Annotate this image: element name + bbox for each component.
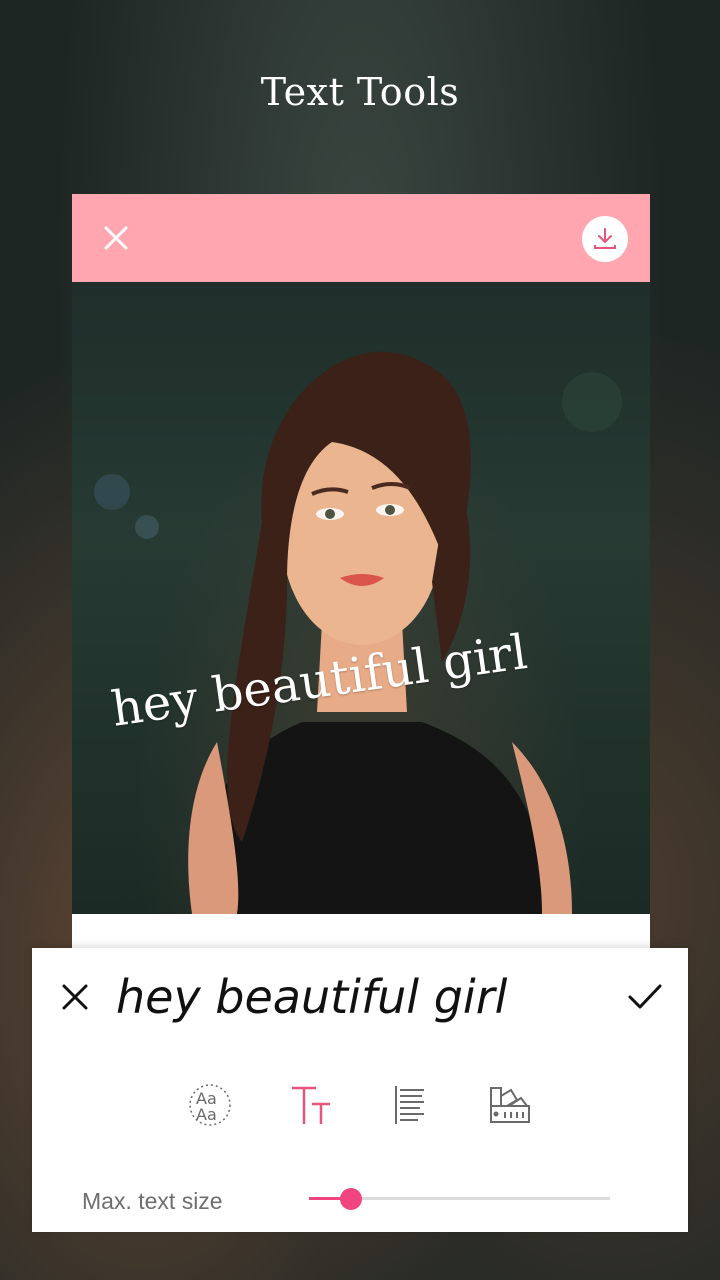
svg-text:Aa: Aa bbox=[196, 1105, 217, 1124]
cancel-text-button[interactable] bbox=[60, 982, 90, 1012]
text-align-tool[interactable] bbox=[386, 1082, 432, 1128]
text-align-icon bbox=[395, 1086, 424, 1124]
max-text-size-label: Max. text size bbox=[82, 1188, 223, 1214]
confirm-text-button[interactable] bbox=[626, 982, 664, 1012]
close-icon bbox=[62, 984, 88, 1010]
preview-card: hey beautiful girl bbox=[72, 194, 650, 954]
font-style-icon: Aa Aa bbox=[189, 1084, 231, 1126]
text-edit-panel: Aa Aa Max. text size bbox=[32, 948, 688, 1232]
text-size-icon bbox=[292, 1086, 330, 1124]
max-text-size-slider[interactable] bbox=[309, 1184, 610, 1214]
text-size-tool[interactable] bbox=[288, 1082, 334, 1128]
download-button[interactable] bbox=[582, 216, 628, 262]
color-palette-tool[interactable] bbox=[487, 1082, 533, 1128]
card-header bbox=[72, 194, 650, 282]
page-title: Text Tools bbox=[260, 70, 460, 114]
close-button[interactable] bbox=[100, 222, 132, 254]
check-icon bbox=[628, 984, 662, 1009]
portrait-photo bbox=[94, 351, 622, 914]
text-input[interactable] bbox=[116, 962, 606, 1032]
slider-thumb[interactable] bbox=[340, 1188, 363, 1210]
close-icon bbox=[104, 226, 128, 250]
photo-canvas[interactable]: hey beautiful girl bbox=[72, 282, 650, 914]
font-style-tool[interactable]: Aa Aa bbox=[187, 1082, 233, 1128]
color-palette-icon bbox=[490, 1087, 530, 1123]
download-icon bbox=[594, 228, 616, 249]
